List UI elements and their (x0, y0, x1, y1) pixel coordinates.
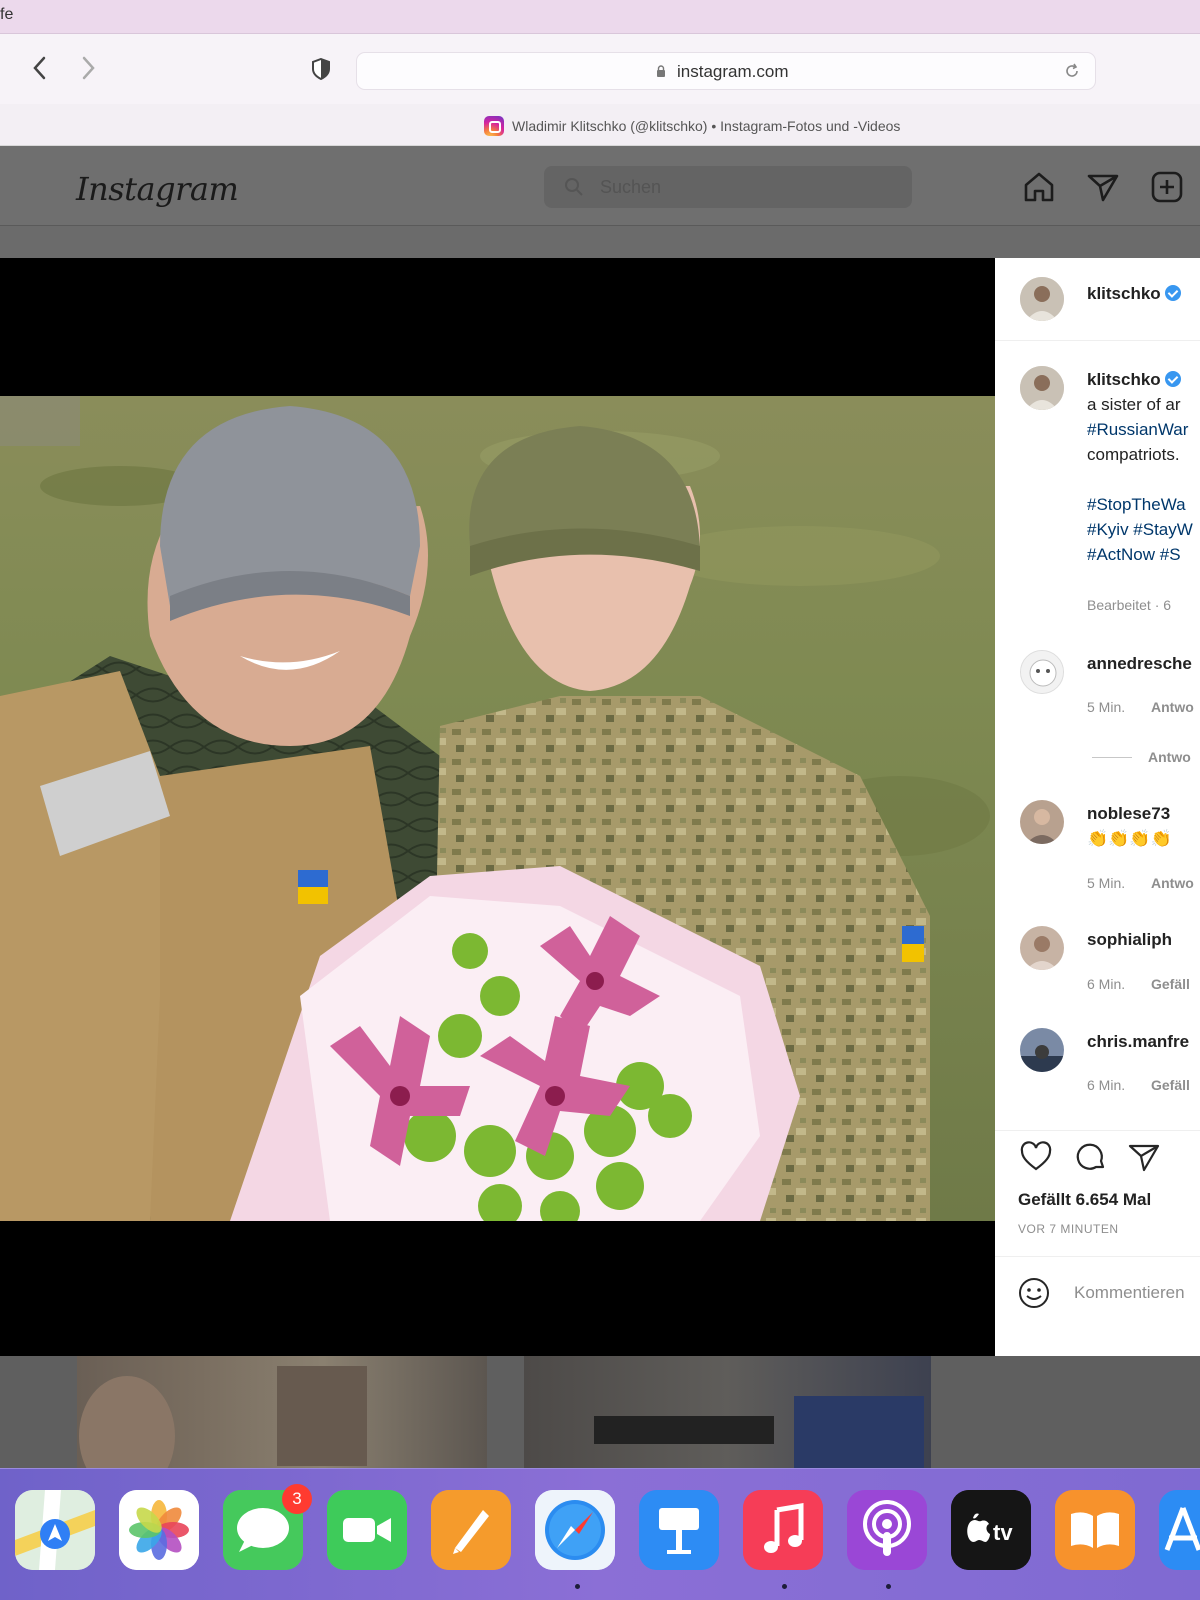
caption-line: a sister of ar (1087, 395, 1181, 414)
url-text: instagram.com (677, 62, 789, 81)
comment-username[interactable]: annedresche (1087, 654, 1192, 674)
running-indicator (886, 1584, 891, 1589)
screen: fe instagram.com Wladimir Klitschko (@kl… (0, 0, 1200, 1600)
verified-badge-icon (1164, 371, 1181, 387)
lock-icon (657, 65, 665, 77)
replies-line (1092, 757, 1132, 758)
caption-hashtag[interactable]: #RussianWar (1087, 420, 1188, 440)
back-button[interactable] (30, 54, 50, 87)
home-icon[interactable] (1022, 170, 1056, 204)
caption-meta: Bearbeitet · 6 (1087, 597, 1172, 613)
new-post-icon[interactable] (1150, 170, 1184, 204)
comment-time: 6 Min. (1087, 1077, 1126, 1093)
chevron-left-icon (33, 56, 46, 80)
divider (995, 340, 1200, 341)
search-input[interactable]: Suchen (544, 166, 912, 208)
comment-time: 6 Min. (1087, 976, 1126, 992)
avatar[interactable] (1020, 650, 1064, 694)
comment-username[interactable]: sophialiph (1087, 930, 1172, 950)
address-bar[interactable]: instagram.com (356, 52, 1096, 90)
app-title-fragment: fe (0, 6, 14, 23)
instagram-favicon-icon (484, 116, 504, 136)
menu-bar: fe (0, 0, 1200, 34)
divider (995, 1256, 1200, 1257)
post-timestamp: VOR 7 MINUTEN (1018, 1222, 1119, 1236)
like-comment-button[interactable]: Gefäll (1151, 1077, 1190, 1093)
photos-app-icon[interactable] (119, 1490, 199, 1570)
comment-username[interactable]: chris.manfre (1087, 1032, 1189, 1052)
modal-backdrop[interactable] (0, 226, 1200, 258)
comment-time: 5 Min. (1087, 699, 1126, 715)
search-icon (565, 178, 583, 196)
keynote-app-icon[interactable] (639, 1490, 719, 1570)
pages-app-icon[interactable] (431, 1490, 511, 1570)
avatar[interactable] (1020, 366, 1064, 410)
heart-icon[interactable] (1019, 1140, 1053, 1174)
app-store-app-icon[interactable] (1159, 1490, 1200, 1570)
post-media[interactable] (0, 258, 995, 1356)
chevron-right-icon (82, 56, 95, 80)
tv-label: tv (993, 1520, 1013, 1545)
comment-icon[interactable] (1073, 1140, 1107, 1174)
books-app-icon[interactable] (1055, 1490, 1135, 1570)
caption-hashtag[interactable]: #StopTheWa (1087, 495, 1186, 515)
post-thumbnail[interactable] (77, 1356, 487, 1496)
divider (995, 1130, 1200, 1131)
comment-time: 5 Min. (1087, 875, 1126, 891)
comment-username[interactable]: noblese73 (1087, 804, 1170, 824)
avatar[interactable] (1020, 277, 1064, 321)
likes-count[interactable]: Gefällt 6.654 Mal (1018, 1190, 1151, 1210)
share-icon[interactable] (1127, 1140, 1161, 1174)
post-username[interactable]: klitschko (1087, 284, 1181, 304)
forward-button[interactable] (78, 54, 98, 87)
avatar[interactable] (1020, 800, 1064, 844)
comment-input[interactable]: Kommentieren (1074, 1283, 1185, 1303)
caption-line: compatriots. (1087, 445, 1180, 464)
comment-text: 👏👏👏👏 (1087, 829, 1172, 848)
privacy-shield-icon[interactable] (311, 58, 331, 80)
caption-hashtag[interactable]: #ActNow #S (1087, 545, 1181, 565)
messages-badge: 3 (282, 1484, 312, 1514)
direct-icon[interactable] (1086, 170, 1120, 204)
verified-badge-icon (1164, 285, 1181, 301)
reload-icon[interactable] (1063, 62, 1081, 85)
photo-illustration (0, 396, 990, 1221)
tab-title[interactable]: Wladimir Klitschko (@klitschko) • Instag… (512, 118, 900, 134)
post-thumbnail[interactable] (524, 1356, 931, 1468)
music-app-icon[interactable] (743, 1490, 823, 1570)
like-comment-button[interactable]: Gefäll (1151, 976, 1190, 992)
search-placeholder: Suchen (600, 177, 662, 197)
facetime-app-icon[interactable] (327, 1490, 407, 1570)
safari-app-icon[interactable] (535, 1490, 615, 1570)
running-indicator (782, 1584, 787, 1589)
caption-username[interactable]: klitschko (1087, 370, 1181, 390)
caption-hashtag[interactable]: #Kyiv #StayW (1087, 520, 1193, 540)
avatar[interactable] (1020, 926, 1064, 970)
reply-button[interactable]: Antwo (1151, 875, 1194, 891)
emoji-icon[interactable] (1017, 1276, 1051, 1310)
podcasts-app-icon[interactable] (847, 1490, 927, 1570)
post-sidebar: klitschko klitschko a sister of ar #Russ… (995, 258, 1200, 1356)
post-photo (0, 396, 995, 1221)
view-replies-button[interactable]: Antwo (1148, 749, 1191, 765)
maps-app-icon[interactable] (15, 1490, 95, 1570)
reply-button[interactable]: Antwo (1151, 699, 1194, 715)
running-indicator (575, 1584, 580, 1589)
avatar[interactable] (1020, 1028, 1064, 1072)
instagram-logo[interactable]: Instagram (76, 170, 239, 208)
tv-app-icon[interactable]: tv (951, 1490, 1031, 1570)
